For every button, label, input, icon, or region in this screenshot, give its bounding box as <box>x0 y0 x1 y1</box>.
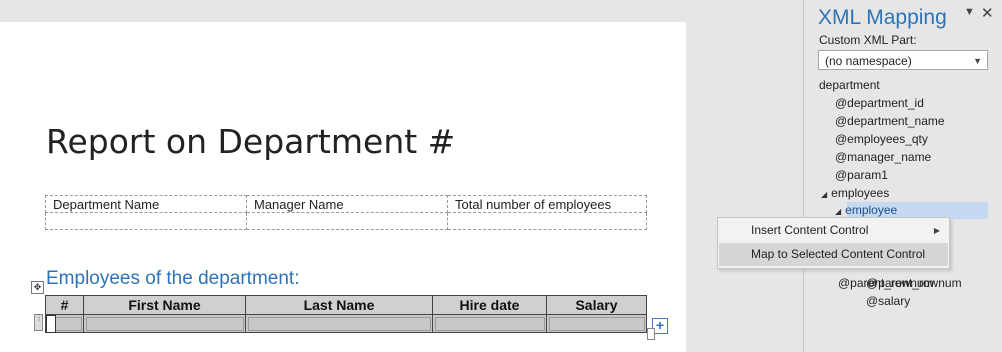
menu-item-map-to-selected-content-control[interactable]: Map to Selected Content Control <box>719 243 948 266</box>
tree-node-attribute[interactable]: @manager_name <box>835 150 931 164</box>
summary-cell-manager[interactable] <box>246 212 448 230</box>
tree-node-attribute[interactable]: @param1 <box>835 168 888 182</box>
repeating-section-handle-icon[interactable]: ⋮ <box>34 314 43 331</box>
custom-xml-part-select[interactable]: (no namespace) ▼ <box>818 50 988 70</box>
close-icon[interactable]: ✕ <box>981 4 994 22</box>
tree-node-department[interactable]: department <box>819 78 880 92</box>
tree-node-label: employees <box>831 186 890 200</box>
table-move-handle-icon[interactable]: ✥ <box>31 281 44 294</box>
employees-header-number[interactable]: # <box>45 295 84 315</box>
submenu-arrow-icon: ▶ <box>933 226 940 235</box>
employees-header-last-name[interactable]: Last Name <box>245 295 433 315</box>
chevron-down-icon[interactable]: ▼ <box>964 6 975 18</box>
section-heading[interactable]: Employees of the department: <box>46 268 299 290</box>
custom-xml-part-value: (no namespace) <box>825 54 912 68</box>
tree-node-employee[interactable]: ◢ employee <box>835 203 897 217</box>
tree-node-attribute[interactable]: @department_name <box>835 114 945 128</box>
summary-header-department[interactable]: Department Name <box>45 195 247 213</box>
tree-node-attribute[interactable]: @salary <box>866 294 910 308</box>
summary-header-manager[interactable]: Manager Name <box>246 195 448 213</box>
summary-table[interactable]: Department Name Manager Name Total numbe… <box>45 195 647 230</box>
employees-cell-first-name[interactable] <box>83 314 246 333</box>
employees-header-first-name[interactable]: First Name <box>83 295 246 315</box>
employees-cell-hire-date[interactable] <box>432 314 547 333</box>
summary-cell-department[interactable] <box>45 212 247 230</box>
selected-cell-cursor[interactable] <box>46 315 56 333</box>
table-row[interactable] <box>45 314 647 333</box>
expand-triangle-icon[interactable]: ◢ <box>821 190 827 199</box>
employees-cell-last-name[interactable] <box>245 314 433 333</box>
employees-header-salary[interactable]: Salary <box>546 295 647 315</box>
expand-triangle-icon[interactable]: ◢ <box>835 207 841 216</box>
document-title[interactable]: Report on Department # <box>46 122 455 161</box>
employees-table[interactable]: # First Name Last Name Hire date Salary <box>45 295 647 333</box>
menu-item-insert-content-control[interactable]: Insert Content Control ▶ <box>719 219 948 242</box>
pane-title: XML Mapping <box>818 6 947 29</box>
custom-xml-part-label: Custom XML Part: <box>819 33 917 47</box>
chevron-down-icon[interactable]: ▼ <box>973 51 982 71</box>
summary-header-total[interactable]: Total number of employees <box>447 195 647 213</box>
tree-node-employees[interactable]: ◢ employees <box>821 186 889 200</box>
menu-item-label: Insert Content Control <box>751 223 869 237</box>
context-menu: Insert Content Control ▶ Map to Selected… <box>717 217 950 269</box>
summary-cell-total[interactable] <box>447 212 647 230</box>
tree-node-attribute[interactable]: @employees_qty <box>835 132 928 146</box>
employees-cell-salary[interactable] <box>546 314 647 333</box>
tree-node-label: employee <box>845 203 898 217</box>
tree-node-attribute[interactable]: @parent_rownum <box>866 276 962 290</box>
menu-item-label: Map to Selected Content Control <box>751 247 926 261</box>
table-resize-handle-icon[interactable] <box>647 328 655 340</box>
employees-header-hire-date[interactable]: Hire date <box>432 295 547 315</box>
tree-node-attribute[interactable]: @department_id <box>835 96 924 110</box>
